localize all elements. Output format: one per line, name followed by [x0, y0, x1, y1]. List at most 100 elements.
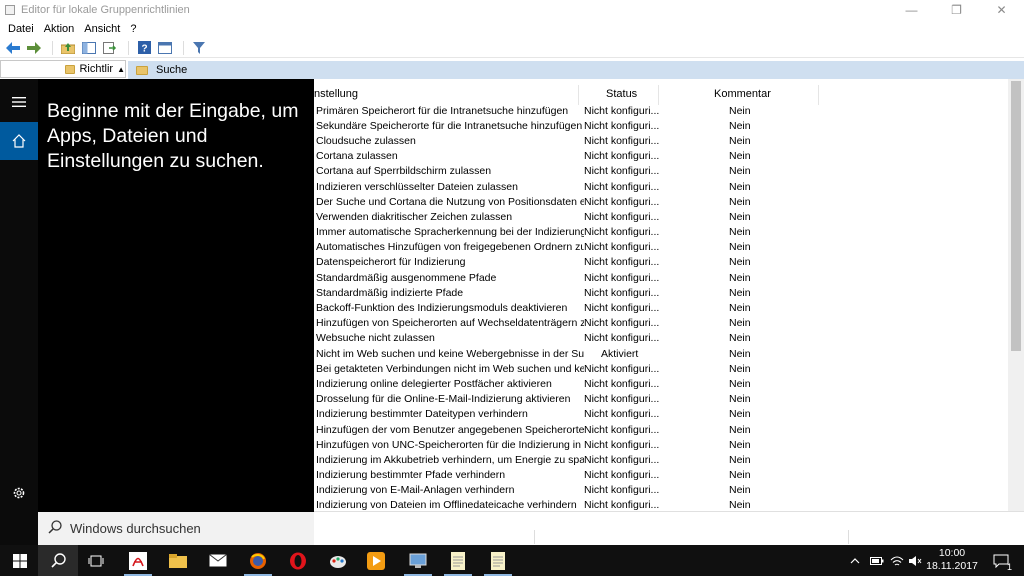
taskbar: 10:00 18.11.2017 1 [0, 545, 1024, 576]
table-row[interactable]: Cortana auf Sperrbildschirm zulassen Nich… [316, 164, 1016, 179]
up-folder-icon[interactable] [59, 40, 77, 56]
windows-search-input[interactable]: Windows durchsuchen [38, 512, 314, 545]
notepad-icon[interactable] [478, 545, 518, 576]
table-row[interactable]: Cortana zulassen Nicht konfiguri... Nein [316, 149, 1016, 164]
table-row[interactable]: Drosselung für die Online-E-Mail-Indizie… [316, 392, 1016, 407]
back-arrow-icon[interactable] [4, 40, 22, 56]
tree-panel[interactable]: Richtlir ▲ [0, 60, 126, 78]
scroll-up-icon[interactable]: ▲ [117, 65, 125, 74]
table-row[interactable]: Nicht im Web suchen und keine Webergebni… [316, 346, 1016, 361]
setting-status: Nicht konfiguri... [584, 317, 660, 330]
setting-status: Nicht konfiguri... [584, 453, 660, 466]
table-row[interactable]: Indizierung von Dateien im Offlinedateic… [316, 498, 1016, 511]
column-divider[interactable] [658, 85, 659, 105]
media-player-icon[interactable] [356, 545, 396, 576]
table-row[interactable]: Indizieren verschlüsselter Dateien zulas… [316, 179, 1016, 194]
table-row[interactable]: Cloudsuche zulassen Nicht konfiguri... Nei… [316, 133, 1016, 148]
clock[interactable]: 10:00 18.11.2017 [920, 547, 984, 573]
column-divider[interactable] [818, 85, 819, 105]
task-view-icon[interactable] [76, 545, 116, 576]
menu-aktion[interactable]: Aktion [39, 23, 80, 35]
table-row[interactable]: Indizierung bestimmter Dateitypen verhin… [316, 407, 1016, 422]
menu-bar: Datei Aktion Ansicht ? [0, 20, 1024, 38]
notification-center-icon[interactable]: 1 [986, 545, 1016, 576]
close-button[interactable]: ✕ [979, 0, 1024, 20]
mail-app-icon[interactable] [198, 545, 238, 576]
table-row[interactable]: Bei getakteten Verbindungen nicht im Web… [316, 361, 1016, 376]
table-row[interactable]: Der Suche und Cortana die Nutzung von Po… [316, 194, 1016, 209]
show-hide-tree-icon[interactable] [80, 40, 98, 56]
menu-help[interactable]: ? [125, 23, 141, 35]
table-row[interactable]: Indizierung bestimmter Pfade verhindern N… [316, 468, 1016, 483]
setting-name: Primären Speicherort für die Intranetsuc… [316, 104, 569, 117]
table-row[interactable]: Automatisches Hinzufügen von freigegeben… [316, 240, 1016, 255]
home-icon[interactable] [0, 122, 38, 160]
forward-arrow-icon[interactable] [25, 40, 43, 56]
start-rail [0, 79, 38, 545]
table-row[interactable]: Hinzufügen der vom Benutzer angegebenen … [316, 422, 1016, 437]
setting-comment: Nein [729, 271, 751, 284]
table-row[interactable]: Sekundäre Speicherorte für die Intranets… [316, 118, 1016, 133]
table-row[interactable]: Indizierung online delegierter Postfäche… [316, 376, 1016, 391]
minimize-button[interactable]: — [889, 0, 934, 20]
chevron-up-icon[interactable] [844, 545, 866, 576]
help-icon[interactable]: ? [135, 40, 153, 56]
vertical-scrollbar[interactable] [1008, 79, 1024, 511]
notepad-icon[interactable] [438, 545, 478, 576]
table-row[interactable]: Standardmäßig indizierte Pfade Nicht konf… [316, 285, 1016, 300]
file-explorer-icon[interactable] [158, 545, 198, 576]
folder-icon [136, 65, 148, 75]
setting-status: Nicht konfiguri... [584, 134, 660, 147]
table-row[interactable]: Datenspeicherort für Indizierung Nicht ko… [316, 255, 1016, 270]
tree-label: Richtlir [79, 63, 114, 75]
toolbar: ? [0, 38, 1024, 58]
table-row[interactable]: Websuche nicht zulassen Nicht konfiguri..… [316, 331, 1016, 346]
folder-header: Suche [128, 61, 1024, 79]
maximize-button[interactable]: ❐ [934, 0, 979, 20]
table-row[interactable]: Hinzufügen von Speicherorten auf Wechsel… [316, 316, 1016, 331]
column-comment[interactable]: Kommentar [714, 88, 771, 100]
filter-icon[interactable] [190, 40, 208, 56]
opera-icon[interactable] [278, 545, 318, 576]
column-status[interactable]: Status [606, 88, 637, 100]
properties-icon[interactable] [156, 40, 174, 56]
acrobat-app-icon[interactable] [118, 545, 158, 576]
table-row[interactable]: Hinzufügen von UNC-Speicherorten für die… [316, 437, 1016, 452]
table-row[interactable]: Immer automatische Spracherkennung bei d… [316, 225, 1016, 240]
setting-status: Nicht konfiguri... [584, 271, 660, 284]
menu-datei[interactable]: Datei [3, 23, 39, 35]
svg-text:?: ? [141, 44, 147, 55]
paint-app-icon[interactable] [318, 545, 358, 576]
menu-ansicht[interactable]: Ansicht [79, 23, 125, 35]
toolbar-separator [183, 40, 184, 55]
table-row[interactable]: Primären Speicherort für die Intranetsuc… [316, 103, 1016, 118]
status-bar [314, 511, 1024, 545]
scrollbar-thumb[interactable] [1011, 81, 1021, 351]
table-row[interactable]: Backoff-Funktion des Indizierungsmoduls … [316, 300, 1016, 315]
search-taskbar-icon[interactable] [38, 545, 78, 576]
setting-comment: Nein [729, 286, 751, 299]
hamburger-menu-icon[interactable] [0, 83, 38, 121]
control-panel-icon[interactable] [398, 545, 438, 576]
firefox-icon[interactable] [238, 545, 278, 576]
settings-list: nstellung Status Kommentar Primären Spei… [290, 79, 1024, 511]
setting-name: Indizierung bestimmter Dateitypen verhin… [316, 408, 528, 421]
column-name[interactable]: nstellung [314, 88, 358, 100]
settings-gear-icon[interactable] [0, 474, 38, 512]
search-placeholder: Windows durchsuchen [70, 521, 201, 536]
setting-name: Bei getakteten Verbindungen nicht im Web… [316, 362, 584, 375]
table-row[interactable]: Verwenden diakritischer Zeichen zulassen… [316, 209, 1016, 224]
column-divider[interactable] [578, 85, 579, 105]
setting-comment: Nein [729, 453, 751, 466]
setting-status: Nicht konfiguri... [584, 438, 660, 451]
export-list-icon[interactable] [101, 40, 119, 56]
clock-date: 18.11.2017 [926, 560, 978, 572]
title-bar: Editor für lokale Gruppenrichtlinien — ❐… [0, 0, 1024, 20]
windows-start-icon[interactable] [0, 545, 40, 576]
setting-status: Nicht konfiguri... [584, 362, 660, 375]
table-row[interactable]: Indizierung von E-Mail-Anlagen verhinder… [316, 483, 1016, 498]
battery-icon[interactable] [866, 545, 888, 576]
table-row[interactable]: Indizierung im Akkubetrieb verhindern, u… [316, 452, 1016, 467]
table-row[interactable]: Standardmäßig ausgenommene Pfade Nicht ko… [316, 270, 1016, 285]
setting-status: Nicht konfiguri... [584, 499, 660, 511]
